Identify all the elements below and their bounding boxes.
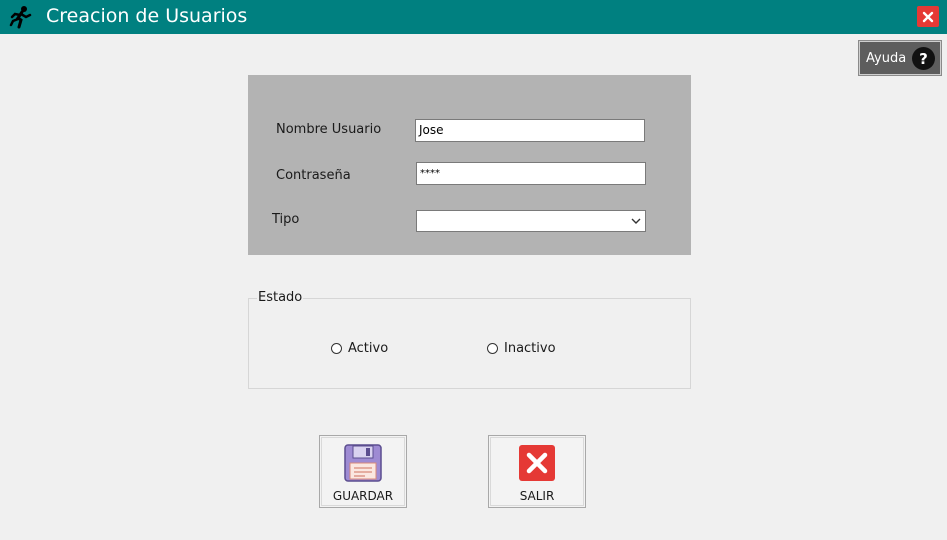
close-x-icon [519,445,555,481]
type-label: Tipo [272,212,300,227]
radio-inactivo-label: Inactivo [504,341,556,356]
save-button[interactable]: GUARDAR [319,435,407,508]
running-person-icon [9,6,32,29]
user-form-panel: Nombre Usuario Jose Contraseña **** Tipo [248,75,691,255]
close-icon [922,11,934,22]
save-button-label: GUARDAR [332,489,394,503]
window-title: Creacion de Usuarios [46,5,248,27]
close-button[interactable] [917,6,939,27]
username-label: Nombre Usuario [276,122,382,137]
status-legend: Estado [257,290,304,305]
exit-button-label: SALIR [519,489,555,503]
status-group [248,298,691,389]
radio-circle-icon [331,343,342,354]
chevron-down-icon [631,218,641,224]
password-label: Contraseña [276,168,351,183]
radio-activo-label: Activo [348,341,389,356]
password-input[interactable]: **** [416,162,646,185]
help-button[interactable]: Ayuda ? [858,40,942,76]
radio-circle-icon [487,343,498,354]
floppy-disk-icon [344,444,382,482]
type-select[interactable] [416,210,646,232]
username-input[interactable]: Jose [415,119,645,142]
question-icon: ? [912,47,935,70]
radio-inactivo[interactable]: Inactivo [487,341,556,356]
radio-activo[interactable]: Activo [331,341,388,356]
exit-button[interactable]: SALIR [488,435,586,508]
help-label: Ayuda [866,50,907,66]
title-bar: Creacion de Usuarios [0,0,947,34]
